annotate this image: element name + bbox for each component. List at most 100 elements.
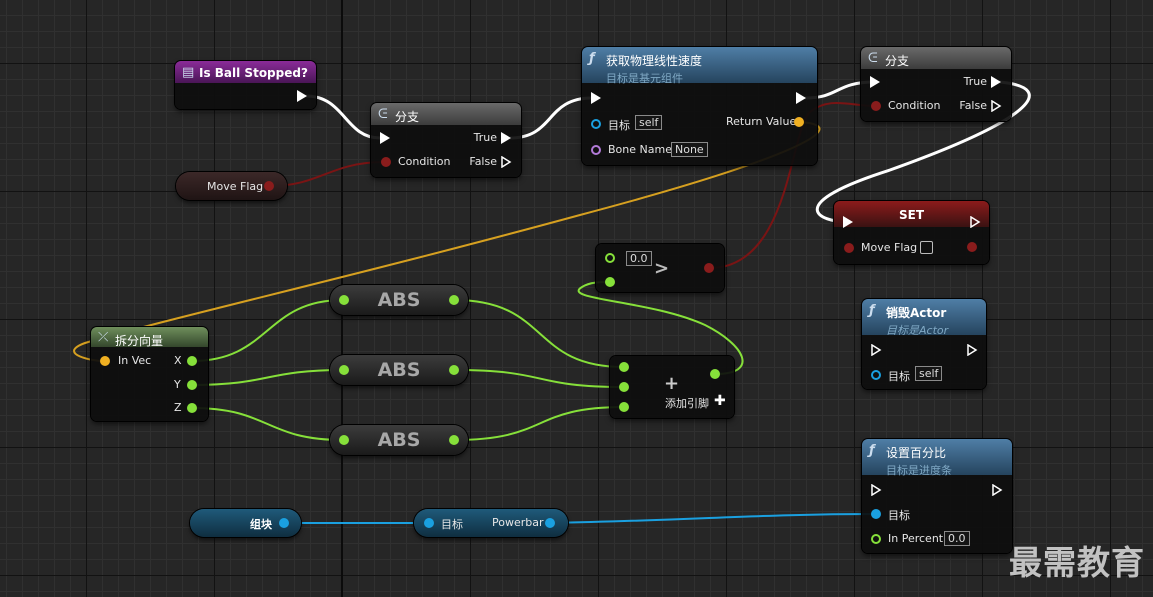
branch-icon: ᕮ: [378, 107, 388, 122]
target-label: 目标: [608, 119, 630, 132]
float-out-pin[interactable]: [449, 295, 459, 305]
move-flag-checkbox[interactable]: [920, 241, 933, 254]
exec-true-pin[interactable]: [501, 132, 511, 144]
condition-label: Condition: [888, 99, 941, 112]
break-vector-node[interactable]: ⤫ 拆分向量 In Vec X Y Z: [91, 327, 208, 421]
add-pin-label[interactable]: 添加引脚: [665, 395, 709, 411]
bool-out-pin[interactable]: [704, 263, 714, 273]
split-icon: ⤫: [98, 330, 109, 345]
z-out-pin[interactable]: [187, 403, 197, 413]
variable-label: 组块: [250, 518, 272, 531]
function-icon: ƒ: [589, 51, 595, 66]
in-percent-value-box[interactable]: 0.0: [944, 531, 970, 546]
float-out-pin[interactable]: [710, 369, 720, 379]
wire-bool-moveflag-condition: [269, 161, 386, 187]
move-flag-in-pin[interactable]: [844, 243, 854, 253]
wire-float-z-abs3: [191, 407, 344, 441]
exec-in-pin[interactable]: [591, 92, 601, 104]
float-out-pin[interactable]: [449, 365, 459, 375]
true-label: True: [473, 131, 497, 144]
exec-in-pin[interactable]: [843, 216, 853, 228]
exec-true-pin[interactable]: [991, 76, 1001, 88]
x-out-pin[interactable]: [187, 356, 197, 366]
in-vec-label: In Vec: [118, 354, 152, 367]
node-title: 销毁Actor: [886, 306, 947, 320]
abs-label: ABS: [377, 359, 421, 381]
object-out-pin[interactable]: [545, 518, 555, 528]
float-out-pin[interactable]: [449, 435, 459, 445]
wire-float-abs2-add: [453, 369, 625, 388]
move-flag-label: Move Flag: [861, 241, 918, 254]
y-label: Y: [174, 378, 181, 391]
condition-pin[interactable]: [381, 157, 391, 167]
node-title: SET: [898, 208, 925, 222]
move-flag-getter[interactable]: Move Flag: [176, 172, 287, 200]
get-physics-velocity-node[interactable]: ƒ 获取物理线性速度 目标是基元组件 目标 self Return Value …: [582, 47, 817, 165]
node-subtitle: 目标是Actor: [886, 324, 949, 337]
wire-float-abs1-add: [453, 299, 625, 368]
node-subtitle: 目标是进度条: [886, 464, 952, 477]
in-vec-pin[interactable]: [100, 356, 110, 366]
target-label: 目标: [441, 518, 463, 531]
destroy-actor-node[interactable]: ƒ 销毁Actor 目标是Actor 目标 self: [862, 299, 986, 389]
abs-node-2[interactable]: ABS: [330, 355, 468, 385]
exec-out-pin[interactable]: [796, 92, 806, 104]
return-value-pin[interactable]: [794, 117, 804, 127]
exec-out-pin[interactable]: [297, 90, 307, 102]
exec-false-pin[interactable]: [991, 100, 1002, 112]
false-label: False: [469, 155, 497, 168]
exec-in-pin[interactable]: [870, 76, 880, 88]
bone-name-pin[interactable]: [591, 145, 601, 155]
exec-in-pin[interactable]: [380, 132, 390, 144]
exec-false-pin[interactable]: [501, 156, 512, 168]
float-in-pin-b[interactable]: [619, 382, 629, 392]
node-title: 拆分向量: [115, 334, 164, 348]
node-header: ƒ 设置百分比 目标是进度条: [862, 439, 1012, 477]
exec-in-pin[interactable]: [871, 484, 882, 496]
target-label: 目标: [888, 509, 910, 522]
float-in-pin-a[interactable]: [605, 253, 615, 263]
node-title: 分支: [395, 110, 420, 124]
add-float-node[interactable]: + 添加引脚 ✚: [610, 356, 734, 418]
move-flag-out-pin[interactable]: [967, 242, 977, 252]
target-value-box[interactable]: self: [635, 115, 663, 130]
exec-in-pin[interactable]: [871, 344, 882, 356]
target-in-pin[interactable]: [424, 518, 434, 528]
greater-than-node[interactable]: 0.0 >: [596, 244, 724, 292]
abs-node-3[interactable]: ABS: [330, 425, 468, 455]
is-ball-stopped-node[interactable]: ▤ Is Ball Stopped?: [175, 61, 316, 109]
target-pin[interactable]: [871, 370, 881, 380]
threshold-value-box[interactable]: 0.0: [626, 251, 652, 266]
object-out-pin[interactable]: [279, 518, 289, 528]
wire-object-powerbar-setpercent: [549, 513, 877, 524]
target-value-box[interactable]: self: [915, 366, 943, 381]
set-move-flag-node[interactable]: SET Move Flag: [834, 201, 989, 264]
node-header: SET: [834, 201, 989, 227]
ui-variable-getter[interactable]: 组块: [190, 509, 301, 537]
exec-out-pin[interactable]: [992, 484, 1003, 496]
wire-float-abs3-add: [453, 406, 625, 441]
float-in-pin-a[interactable]: [619, 362, 629, 372]
target-pin[interactable]: [871, 509, 881, 519]
y-out-pin[interactable]: [187, 380, 197, 390]
plus-symbol: +: [664, 373, 680, 394]
target-pin[interactable]: [591, 119, 601, 129]
in-percent-pin[interactable]: [871, 534, 881, 544]
condition-pin[interactable]: [871, 101, 881, 111]
function-icon: ▤: [182, 65, 195, 80]
return-value-label: Return Value: [726, 115, 797, 128]
float-in-pin-c[interactable]: [619, 402, 629, 412]
branch-node-1[interactable]: ᕮ 分支 True Condition False: [371, 103, 521, 177]
abs-node-1[interactable]: ABS: [330, 285, 468, 315]
float-in-pin-b[interactable]: [605, 277, 615, 287]
add-pin-icon[interactable]: ✚: [714, 393, 726, 409]
watermark-text: 最需教育: [1009, 543, 1145, 582]
bool-out-pin[interactable]: [264, 181, 274, 191]
exec-out-pin[interactable]: [970, 216, 981, 228]
exec-out-pin[interactable]: [967, 344, 978, 356]
powerbar-getter[interactable]: 目标 Powerbar: [414, 509, 568, 537]
node-header: ▤ Is Ball Stopped?: [175, 61, 316, 83]
set-percent-node[interactable]: ƒ 设置百分比 目标是进度条 目标 In Percent 0.0: [862, 439, 1012, 553]
bone-name-value-box[interactable]: None: [671, 142, 708, 157]
branch-node-2[interactable]: ᕮ 分支 True Condition False: [861, 47, 1011, 121]
